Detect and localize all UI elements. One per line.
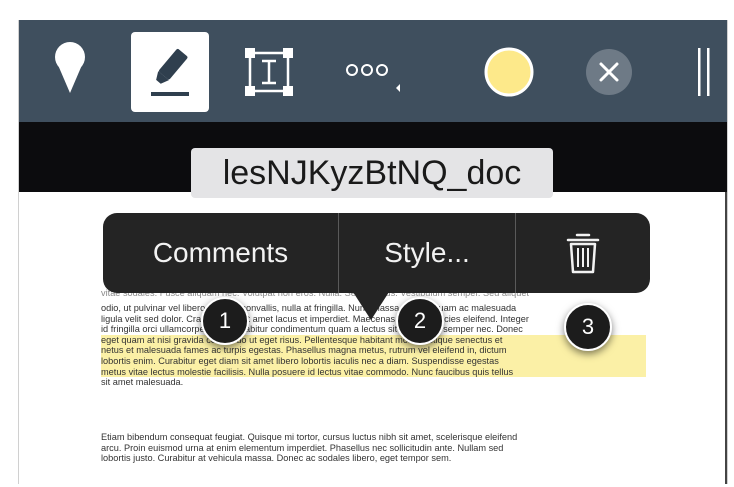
panel-toggle-icon [698, 48, 710, 96]
highlighted-line[interactable]: metus vitae lectus molestie facilisis. N… [101, 366, 646, 378]
app-window: lesNJKyzBtNQ_doc vitae sodales. Fusce al… [18, 20, 728, 484]
page-edge-divider [725, 192, 727, 484]
highlighter-tool-button[interactable] [131, 32, 209, 112]
callout-badge-1: 1 [201, 297, 249, 345]
document-title: lesNJKyzBtNQ_doc [191, 148, 553, 198]
document-line: lobortis justo. Curabitur at vehicula ma… [101, 453, 452, 464]
document-line: sit amet malesuada. [101, 377, 184, 388]
delete-button[interactable] [516, 213, 650, 293]
comments-button[interactable]: Comments [103, 213, 338, 293]
more-tools-button[interactable] [341, 32, 403, 112]
highlight-context-menu: Comments Style... [103, 213, 650, 293]
highlighter-icon [151, 48, 189, 96]
document-line: arcu. Proin euismod urna at enim element… [101, 442, 504, 453]
pin-icon [55, 42, 85, 93]
highlighted-line[interactable]: netus et malesuada fames ac turpis egest… [101, 345, 646, 356]
close-toolbar-button[interactable] [581, 32, 637, 112]
highlighted-line[interactable]: eget quam at nisi gravida commodo ut ege… [101, 334, 646, 346]
document-line: Etiam bibendum consequat feugiat. Quisqu… [101, 432, 518, 442]
callout-badge-3: 3 [564, 303, 612, 351]
panel-toggle-button[interactable] [689, 32, 719, 112]
pin-tool-button[interactable] [45, 32, 95, 112]
color-swatch-icon [484, 47, 534, 97]
close-icon [586, 49, 632, 95]
style-button[interactable]: Style... [339, 213, 515, 293]
text-box-tool-button[interactable] [241, 32, 297, 112]
more-icon [346, 64, 400, 92]
context-menu-pointer [353, 292, 389, 320]
callout-badge-2: 2 [396, 297, 444, 345]
color-picker-button[interactable] [481, 32, 537, 112]
text-box-icon [245, 48, 293, 96]
highlighted-line[interactable]: lobortis enim. Curabitur eget diam sit a… [101, 355, 646, 367]
document-paragraph-2: Etiam bibendum consequat feugiat. Quisqu… [101, 432, 646, 464]
annotation-toolbar [19, 20, 727, 122]
trash-icon [566, 233, 600, 274]
